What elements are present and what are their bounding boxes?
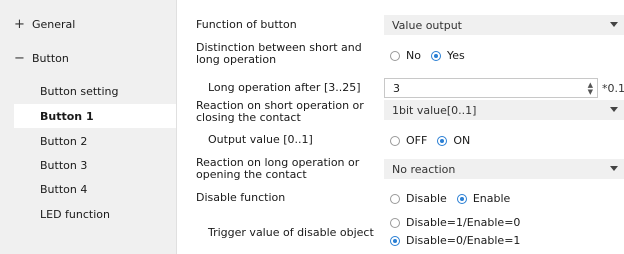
output-value-radio-group: OFF ON [390, 134, 480, 147]
disable-function-radio-group: Disable Enable [390, 192, 520, 205]
disable-radio[interactable]: Disable [390, 192, 447, 205]
trigger-value-radio-group: Disable=1/Enable=0 Disable=0/Enable=1 [390, 216, 530, 247]
chevron-down-icon [610, 107, 618, 112]
distinction-label: Distinction between short and long opera… [196, 41, 362, 66]
long-operation-unit: *0.1s [602, 82, 624, 95]
function-of-button-select[interactable]: Value output [384, 15, 624, 35]
disable-function-label: Disable function [196, 191, 286, 204]
radio-circle-icon [390, 135, 400, 146]
sidebar-item-button-setting[interactable]: Button setting [0, 79, 176, 103]
select-value: No reaction [392, 162, 456, 176]
radio-label: No [406, 49, 421, 62]
radio-label: Disable [406, 192, 447, 205]
sidebar-item-label: Button 2 [40, 134, 88, 148]
sidebar-item-label: Button setting [40, 84, 119, 98]
trigger-option-1-radio[interactable]: Disable=1/Enable=0 [390, 216, 520, 229]
enable-radio[interactable]: Enable [456, 192, 511, 205]
output-off-radio[interactable]: OFF [390, 134, 427, 147]
sidebar-item-button-1[interactable]: Button 1 [14, 104, 176, 128]
trigger-option-2-radio[interactable]: Disable=0/Enable=1 [390, 234, 520, 247]
radio-label: Yes [446, 49, 465, 62]
radio-label: Disable=0/Enable=1 [406, 234, 521, 247]
sidebar-item-button-2[interactable]: Button 2 [0, 129, 176, 153]
radio-label: Enable [472, 192, 511, 205]
reaction-short-select[interactable]: 1bit value[0..1] [384, 100, 624, 120]
radio-selected-icon [437, 135, 448, 146]
long-operation-input[interactable]: 3 ▲ ▼ [384, 78, 598, 98]
sidebar-item-general[interactable]: + General [0, 12, 176, 36]
sidebar-item-button-4[interactable]: Button 4 [0, 177, 176, 201]
trigger-value-label: Trigger value of disable object [208, 226, 374, 239]
long-operation-label: Long operation after [3..25] [208, 81, 361, 94]
input-value: 3 [393, 81, 400, 95]
panel-divider [176, 0, 177, 254]
sidebar-item-label: Button 4 [40, 182, 88, 196]
sidebar-item-label: LED function [40, 207, 110, 221]
radio-circle-icon [390, 193, 400, 204]
chevron-down-icon [610, 22, 618, 27]
sidebar-item-led-function[interactable]: LED function [0, 202, 176, 226]
spin-down-icon[interactable]: ▼ [588, 89, 593, 96]
radio-circle-icon [390, 50, 400, 61]
radio-selected-icon [430, 50, 441, 61]
distinction-yes-radio[interactable]: Yes [430, 49, 465, 62]
radio-label: Disable=1/Enable=0 [406, 216, 521, 229]
sidebar-item-label: Button 3 [40, 158, 88, 172]
radio-circle-icon [390, 217, 400, 228]
distinction-radio-group: No Yes [390, 49, 475, 62]
radio-label: OFF [406, 134, 428, 147]
sidebar-item-label: Button [32, 51, 69, 65]
spinner-buttons[interactable]: ▲ ▼ [588, 82, 593, 96]
expand-icon: + [14, 16, 25, 32]
select-value: 1bit value[0..1] [392, 103, 477, 117]
function-of-button-label: Function of button [196, 18, 297, 31]
reaction-long-label: Reaction on long operation or opening th… [196, 156, 360, 181]
reaction-short-label: Reaction on short operation or closing t… [196, 99, 364, 124]
sidebar-item-label: Button 1 [40, 109, 94, 123]
radio-selected-icon [390, 235, 400, 246]
radio-selected-icon [456, 193, 467, 204]
distinction-no-radio[interactable]: No [390, 49, 421, 62]
output-value-label: Output value [0..1] [208, 133, 313, 146]
reaction-long-select[interactable]: No reaction [384, 159, 624, 179]
sidebar-item-button-3[interactable]: Button 3 [0, 153, 176, 177]
sidebar-item-button[interactable]: − Button [0, 46, 176, 70]
sidebar: + General − Button Button setting Button… [0, 0, 176, 254]
radio-label: ON [453, 134, 471, 147]
select-value: Value output [392, 18, 462, 32]
collapse-icon: − [14, 50, 25, 66]
chevron-down-icon [610, 166, 618, 171]
sidebar-item-label: General [32, 17, 76, 31]
output-on-radio[interactable]: ON [437, 134, 470, 147]
